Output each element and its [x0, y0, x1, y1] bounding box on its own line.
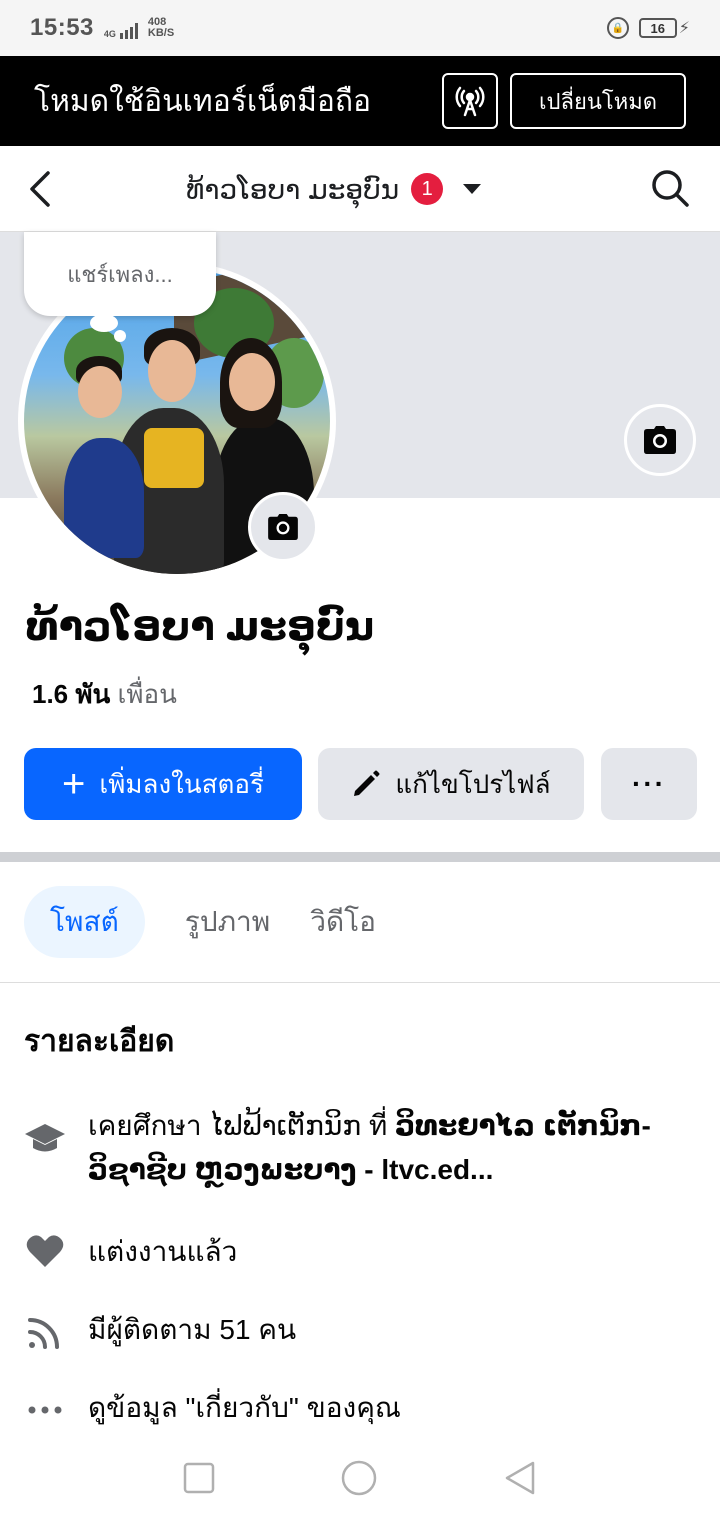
notification-badge: 1	[411, 173, 444, 205]
switch-mode-button[interactable]: เปลี่ยนโหมด	[510, 73, 686, 129]
tab-videos[interactable]: วิดีโอ	[310, 886, 376, 958]
edit-profile-label: แก้ไขโปรไฟล์	[395, 768, 551, 799]
network-speed: 408 KB/S	[148, 17, 174, 39]
detail-education[interactable]: เคยศึกษา ໄຟຟ້າເຕັກນິກ ที่ ວິທະຍາໄລ ເຕັກນ…	[24, 1104, 688, 1192]
note-bubble[interactable]: แชร์เพลง...	[24, 232, 216, 316]
note-bubble-tail	[90, 314, 118, 332]
signal-indicator: 4G 408 KB/S	[104, 17, 174, 39]
antenna-icon	[455, 86, 485, 117]
about-link: ดูข้อมูล "เกี่ยวกับ" ของคุณ	[88, 1392, 401, 1423]
more-dots-icon	[28, 1406, 62, 1414]
search-icon	[652, 170, 689, 207]
detail-relationship[interactable]: แต่งงานแล้ว	[24, 1230, 688, 1274]
profile-switcher[interactable]: ທ້າວໂອບາ ມະອຸບົນ 1	[186, 146, 482, 232]
camera-icon	[644, 426, 676, 454]
back-button[interactable]	[26, 167, 70, 211]
followers-count: มีผู้ติดตาม 51 คน	[88, 1314, 297, 1345]
edit-profile-button[interactable]: แก้ไขโปรไฟล์	[318, 748, 584, 820]
status-bar: 15:53 4G 408 KB/S 🔒 16 ⚡	[0, 0, 720, 56]
search-button[interactable]	[650, 168, 690, 208]
add-to-story-label: เพิ่มลงในสตอรี่	[99, 768, 264, 799]
friends-number: 1.6 พัน	[32, 679, 111, 709]
profile-tabs: โพสต์ รูปภาพ วิดีโอ	[24, 886, 376, 958]
heart-icon	[26, 1235, 64, 1267]
system-navigation-bar	[0, 1436, 720, 1520]
status-time: 15:53	[30, 14, 94, 41]
network-type: 4G	[103, 29, 116, 39]
friends-count[interactable]: 1.6 พัน เพื่อน	[32, 674, 177, 715]
rotation-lock-icon: 🔒	[606, 17, 629, 39]
details-heading: รายละเอียด	[24, 1025, 175, 1058]
data-mode-bar: โหมดใช้อินเทอร์เน็ตมือถือ เปลี่ยนโหมด	[0, 56, 720, 146]
back-arrow-icon	[30, 170, 50, 207]
section-divider	[0, 852, 720, 862]
battery-level: 16	[638, 18, 677, 38]
relationship-status: แต่งงานแล้ว	[88, 1236, 238, 1267]
note-bubble-tail-dot	[114, 330, 126, 342]
data-mode-icon-button[interactable]	[442, 73, 498, 129]
plus-icon: +	[62, 762, 86, 806]
profile-header: ທ້າວໂອບາ ມະອຸບົນ 1	[0, 146, 720, 232]
signal-bars-icon	[119, 23, 138, 39]
profile-name: ທ້າວໂອບາ ມະອຸບົນ	[26, 605, 375, 649]
edit-profile-picture-button[interactable]	[248, 492, 318, 562]
data-mode-text: โหมดใช้อินเทอร์เน็ตมือถือ	[34, 84, 372, 118]
camera-icon	[268, 514, 298, 540]
tab-posts[interactable]: โพสต์	[24, 886, 145, 958]
graduation-cap-icon	[25, 1124, 65, 1152]
back-nav-icon[interactable]	[503, 1460, 537, 1496]
recent-apps-icon[interactable]	[183, 1462, 215, 1494]
detail-about[interactable]: ดูข้อมูล "เกี่ยวกับ" ของคุณ	[24, 1386, 688, 1430]
tabs-divider	[0, 982, 720, 983]
header-title: ທ້າວໂອບາ ມະອຸບົນ	[186, 173, 400, 205]
pencil-icon	[354, 770, 380, 796]
speed-unit: KB/S	[147, 27, 175, 39]
caret-down-icon	[463, 184, 482, 194]
detail-followers[interactable]: มีผู้ติดตาม 51 คน	[24, 1308, 688, 1352]
more-options-button[interactable]: ···	[601, 748, 697, 820]
edit-cover-photo-button[interactable]	[624, 404, 696, 476]
home-icon[interactable]	[340, 1459, 378, 1497]
education-prefix: เคยศึกษา ໄຟຟ້າເຕັກນິກ ที่	[88, 1110, 396, 1141]
add-to-story-button[interactable]: + เพิ่มลงในสตอรี่	[24, 748, 302, 820]
battery-indicator: 16 ⚡	[638, 18, 690, 38]
friends-label: เพื่อน	[117, 679, 177, 709]
rss-feed-icon	[28, 1318, 59, 1349]
tab-photos[interactable]: รูปภาพ	[185, 886, 270, 958]
charging-icon: ⚡	[678, 20, 690, 37]
